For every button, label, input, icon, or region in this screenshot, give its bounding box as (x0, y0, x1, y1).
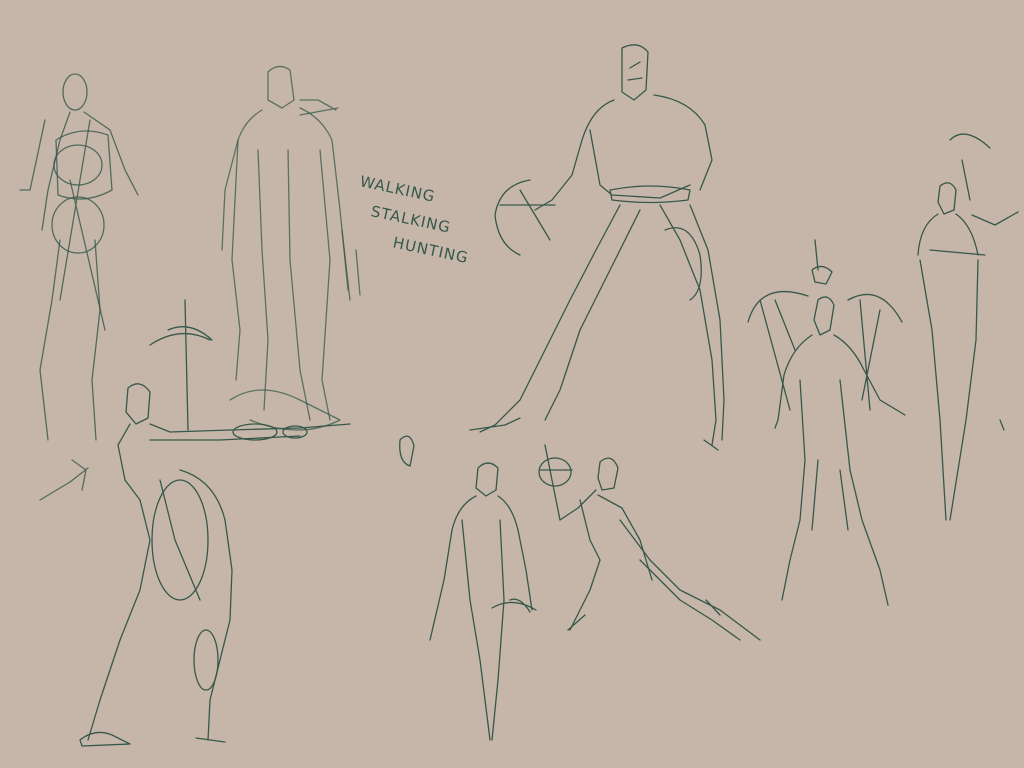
cloaked-figure (221, 65, 361, 431)
slender-figure-right (917, 133, 1019, 521)
walking-figure-back (399, 435, 537, 741)
archer-aiming-figure (79, 299, 351, 747)
note-hunting: HUNTING (391, 233, 470, 267)
standing-figure-left (19, 73, 139, 501)
sketch-sheet: WALKING STALKING HUNTING (0, 0, 1024, 768)
crossbow-stance-figure (469, 44, 725, 451)
figure-with-bows (747, 239, 906, 606)
note-stalking: STALKING (369, 202, 452, 236)
handwritten-notes: WALKING STALKING HUNTING (358, 172, 470, 267)
crouching-crossbow-figure (538, 444, 761, 641)
sketch-canvas: WALKING STALKING HUNTING (19, 44, 1019, 747)
note-walking: WALKING (358, 172, 437, 206)
